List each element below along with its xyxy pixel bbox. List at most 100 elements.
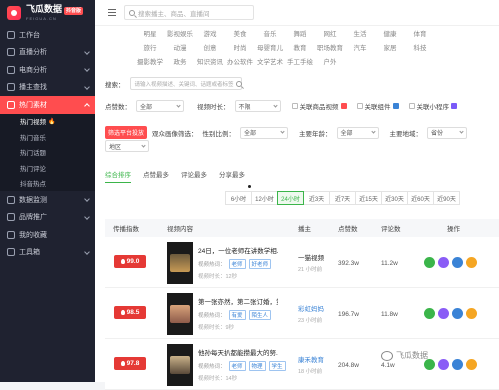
author-name[interactable]: 彩虹妈妈	[298, 303, 324, 313]
tab-time-6h[interactable]: 6小时	[225, 191, 252, 205]
play-icon[interactable]	[452, 359, 463, 370]
city-select[interactable]: 地区	[105, 140, 149, 152]
detail-icon[interactable]	[424, 308, 435, 319]
analysis-icon[interactable]	[438, 308, 449, 319]
search-icon[interactable]	[235, 80, 242, 87]
tab-time-12h[interactable]: 12小时	[251, 191, 278, 205]
category-item[interactable]: 文学艺术	[255, 56, 285, 66]
analysis-icon[interactable]	[438, 359, 449, 370]
sidebar-item-live[interactable]: 直播分析	[0, 44, 95, 62]
sidebar-item-brand[interactable]: 品牌推广	[0, 209, 95, 227]
sidebar-item-favorites[interactable]: 我的收藏	[0, 226, 95, 244]
menu-toggle-icon[interactable]	[108, 9, 116, 16]
tab-sort-shares[interactable]: 分享最多	[219, 169, 245, 183]
logo[interactable]: 飞瓜数据 抖音版 FEIGUA.CN	[0, 0, 95, 26]
category-item[interactable]: 办公软件	[225, 56, 255, 66]
tab-sort-comments[interactable]: 评论最多	[181, 169, 207, 183]
category-item[interactable]: 动漫	[165, 42, 195, 52]
sidebar-item-toolbox[interactable]: 工具箱	[0, 244, 95, 262]
video-thumbnail[interactable]	[167, 344, 193, 386]
play-icon[interactable]	[452, 257, 463, 268]
category-item[interactable]: 母婴育儿	[255, 42, 285, 52]
tab-time-24h[interactable]: 24小时	[277, 191, 304, 205]
category-item[interactable]: 职场教育	[315, 42, 345, 52]
category-item[interactable]: 明星	[135, 28, 165, 38]
favorite-icon[interactable]	[466, 257, 477, 268]
category-item[interactable]: 体育	[405, 28, 435, 38]
video-tag[interactable]: 好老师	[248, 259, 272, 269]
category-item[interactable]: 手工手绘	[285, 56, 315, 66]
sidebar-sub-hot-topic[interactable]: 热门话题	[0, 144, 95, 160]
category-item[interactable]: 政务	[165, 56, 195, 66]
category-item[interactable]: 知识资讯	[195, 56, 225, 66]
video-thumbnail[interactable]	[167, 293, 193, 335]
category-item[interactable]: 音乐	[255, 28, 285, 38]
category-item[interactable]: 创意	[195, 42, 225, 52]
tab-time-7d[interactable]: 近7天	[329, 191, 356, 205]
category-item[interactable]: 游戏	[195, 28, 225, 38]
category-item[interactable]: 家居	[375, 42, 405, 52]
category-item[interactable]: 生活	[345, 28, 375, 38]
gender-select[interactable]: 全部	[240, 126, 289, 139]
duration-select[interactable]: 不限	[234, 100, 281, 112]
sidebar-item-hot-material[interactable]: 热门素材	[0, 96, 95, 114]
tab-time-3d[interactable]: 近3天	[303, 191, 330, 205]
keyword-search-input[interactable]: 请输入视频描述、关键词、话题或者标签	[129, 77, 242, 90]
ad-filter-tag[interactable]: 筛选平台投放	[105, 126, 148, 139]
table-row[interactable]: 99.0 24日，一位老师在讲数学相... 视频热词： 老师 好老师 视频时长：12…	[105, 237, 499, 288]
favorite-icon[interactable]	[466, 359, 477, 370]
category-item[interactable]: 摄影教学	[135, 56, 165, 66]
category-item[interactable]: 网红	[315, 28, 345, 38]
tab-time-60d[interactable]: 近60天	[407, 191, 434, 205]
video-title[interactable]: 他孙每天扒都能攒最大的努...	[198, 347, 278, 357]
category-item[interactable]: 美食	[225, 28, 255, 38]
video-tag[interactable]: 有爱	[228, 310, 246, 320]
analysis-icon[interactable]	[438, 257, 449, 268]
sidebar-item-workbench[interactable]: 工作台	[0, 26, 95, 44]
video-tag[interactable]: 物理	[248, 361, 266, 371]
category-item[interactable]: 教育	[285, 42, 315, 52]
category-item[interactable]: 时尚	[225, 42, 255, 52]
age-select[interactable]: 全部	[336, 126, 379, 139]
tab-time-90d[interactable]: 近90天	[433, 191, 460, 205]
sidebar-sub-douyin-trending[interactable]: 抖音热点	[0, 175, 95, 191]
sidebar-item-monitor[interactable]: 数据监测	[0, 191, 95, 209]
likes-select[interactable]: 全部	[136, 100, 184, 112]
sidebar-sub-hot-comment[interactable]: 热门评论	[0, 160, 95, 176]
table-row[interactable]: 97.8 他孙每天扒都能攒最大的努... 视频热词： 老师 物理 学生 视频时长：14…	[105, 339, 499, 390]
sidebar-sub-hot-music[interactable]: 热门音乐	[0, 129, 95, 145]
video-thumbnail[interactable]	[167, 242, 193, 284]
table-row[interactable]: 98.5 第一张亦然，第二张订婚，第... 视频热词：有爱陌生人 视频时长：9秒…	[105, 288, 499, 339]
video-title[interactable]: 第一张亦然，第二张订婚，第...	[198, 296, 278, 306]
related-component-checkbox[interactable]: 关联组件	[356, 101, 399, 111]
author-name[interactable]: 康禾教育	[298, 354, 324, 364]
detail-icon[interactable]	[424, 257, 435, 268]
video-tag[interactable]: 学生	[268, 361, 286, 371]
author-name[interactable]: 一猫视频	[298, 252, 324, 262]
province-select[interactable]: 省份	[427, 126, 468, 139]
video-title[interactable]: 24日，一位老师在讲数学相...	[198, 245, 278, 255]
tab-sort-overall[interactable]: 综合排序	[105, 169, 131, 183]
flame-icon	[7, 100, 15, 109]
video-tag[interactable]: 陌生人	[248, 310, 272, 320]
category-item[interactable]: 汽车	[345, 42, 375, 52]
favorite-icon[interactable]	[466, 308, 477, 319]
tab-time-15d[interactable]: 近15天	[355, 191, 382, 205]
sidebar-item-ecommerce[interactable]: 电商分析	[0, 61, 95, 79]
category-item[interactable]: 影视娱乐	[165, 28, 195, 38]
category-item[interactable]: 健康	[375, 28, 405, 38]
play-icon[interactable]	[452, 308, 463, 319]
category-item[interactable]: 科技	[405, 42, 435, 52]
category-item[interactable]: 户外	[315, 56, 345, 66]
tab-sort-likes[interactable]: 点赞最多	[143, 169, 169, 183]
video-tag[interactable]: 老师	[228, 361, 246, 371]
sidebar-sub-hot-video[interactable]: 热门视频 🔥	[0, 113, 95, 129]
category-item[interactable]: 舞蹈	[285, 28, 315, 38]
sidebar-item-creator-search[interactable]: 播主查找	[0, 79, 95, 97]
global-search-input[interactable]: 搜索播主、商品、直播间	[124, 5, 254, 20]
video-tag[interactable]: 老师	[228, 259, 246, 269]
related-miniprogram-checkbox[interactable]: 关联小程序	[408, 101, 457, 111]
tab-time-30d[interactable]: 近30天	[381, 191, 408, 205]
category-item[interactable]: 旅行	[135, 42, 165, 52]
related-goods-checkbox[interactable]: 关联商品视频	[291, 101, 347, 111]
